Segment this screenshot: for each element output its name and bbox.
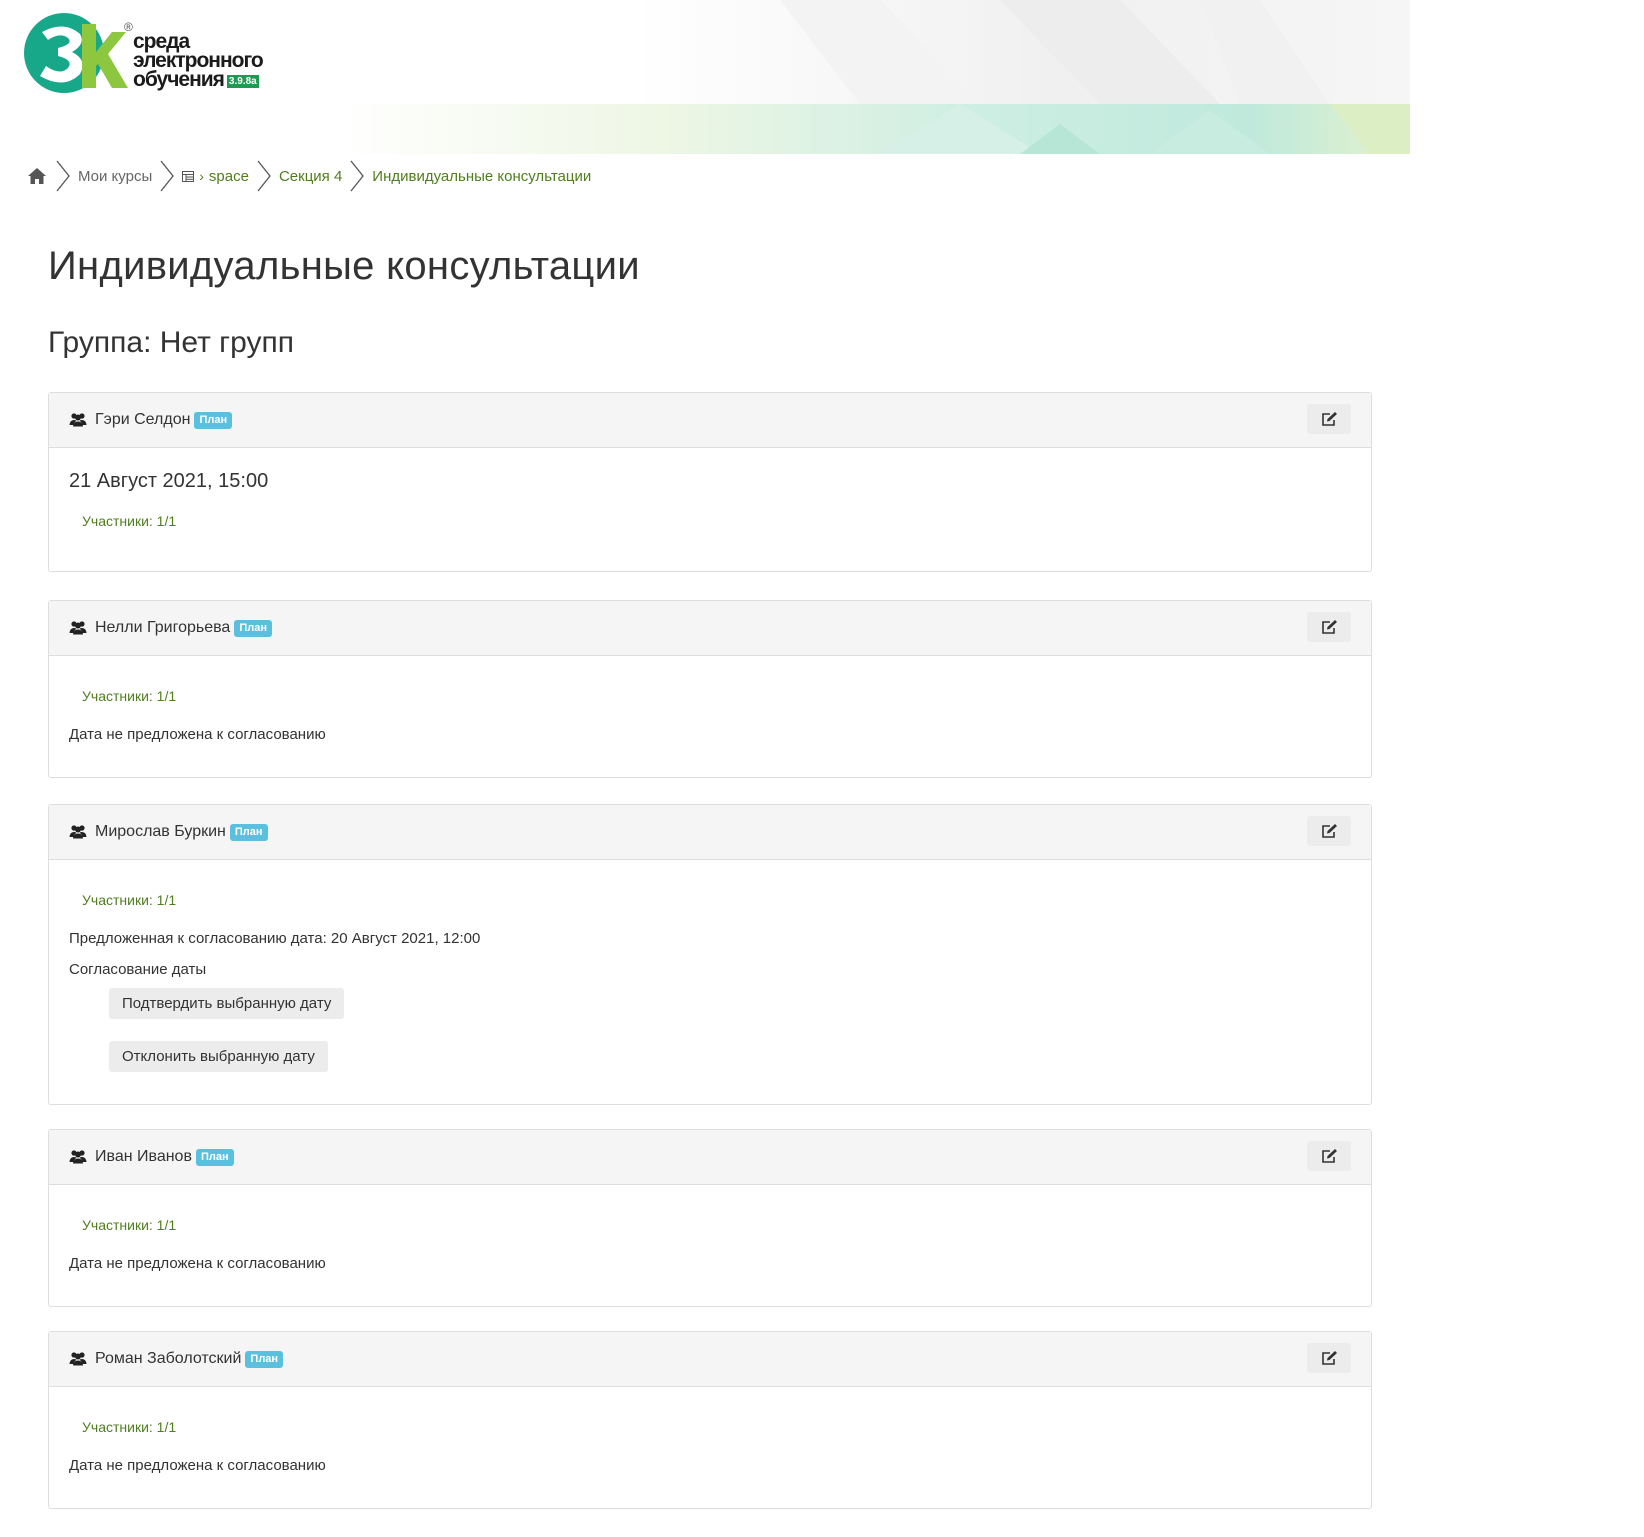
card-body: Участники: 1/1 Предложенная к согласован… xyxy=(49,860,1371,1104)
logo-registered-mark: ® xyxy=(124,20,133,34)
users-icon xyxy=(69,1351,87,1367)
card-body: Участники: 1/1 Дата не предложена к согл… xyxy=(49,656,1371,777)
edit-button[interactable] xyxy=(1307,404,1351,434)
proposed-date: Предложенная к согласованию дата: 20 Авг… xyxy=(69,930,481,947)
confirm-date-button[interactable]: Подтвердить выбранную дату xyxy=(109,988,345,1019)
breadcrumb-course-name[interactable]: space xyxy=(209,168,249,185)
status-badge: План xyxy=(194,411,233,429)
approval-label: Согласование даты xyxy=(69,961,207,978)
logo-version-badge: 3.9.8a xyxy=(226,75,259,88)
users-icon xyxy=(69,620,87,636)
status-badge: План xyxy=(234,619,272,637)
edit-button[interactable] xyxy=(1307,1343,1351,1373)
users-icon xyxy=(69,412,87,428)
participants-count: Участники: 1/1 xyxy=(82,1419,177,1435)
breadcrumb-section[interactable]: Секция 4 xyxy=(279,168,342,185)
status-badge: План xyxy=(229,823,268,841)
student-name[interactable]: Гэри Селдон xyxy=(95,411,190,429)
breadcrumb-home[interactable] xyxy=(26,165,48,187)
home-icon xyxy=(28,168,46,184)
edit-button[interactable] xyxy=(1307,816,1351,846)
breadcrumb-separator-icon xyxy=(346,159,368,193)
card-header: Мирослав Буркин План xyxy=(49,805,1371,860)
consultation-list: Гэри Селдон План 21 Август 2021, 15:00 У… xyxy=(48,392,1372,1537)
edit-icon xyxy=(1321,411,1337,426)
breadcrumb-separator-icon xyxy=(253,159,275,193)
student-name[interactable]: Нелли Григорьева xyxy=(95,619,230,637)
consultation-card: Иван Иванов План Участники: 1/1 Дата не … xyxy=(48,1129,1372,1307)
participants-count: Участники: 1/1 xyxy=(82,688,177,704)
consultation-card: Роман Заболотский План Участники: 1/1 Да… xyxy=(48,1331,1372,1509)
status-badge: План xyxy=(245,1350,284,1368)
breadcrumb-current[interactable]: Индивидуальные консультации xyxy=(372,168,591,185)
status-badge: План xyxy=(195,1148,234,1166)
users-icon xyxy=(69,824,87,840)
participants-count: Участники: 1/1 xyxy=(82,1217,177,1233)
page-header: ® среда электронного обучения 3.9.8a xyxy=(0,0,1410,154)
logo-text: среда электронного обучения 3.9.8a xyxy=(133,31,264,91)
participants-count: Участники: 1/1 xyxy=(82,513,177,529)
card-body: 21 Август 2021, 15:00 Участники: 1/1 xyxy=(49,448,1371,571)
date-status: Дата не предложена к согласованию xyxy=(69,1457,326,1474)
edit-button[interactable] xyxy=(1307,1141,1351,1171)
breadcrumb-my-courses[interactable]: Мои курсы xyxy=(78,168,152,185)
breadcrumb-separator-icon xyxy=(156,159,178,193)
consultation-card: Нелли Григорьева План Участники: 1/1 Дат… xyxy=(48,600,1372,778)
date-status: Дата не предложена к согласованию xyxy=(69,1255,326,1272)
date-status: Дата не предложена к согласованию xyxy=(69,726,326,743)
logo-line-3-text: обучения xyxy=(133,68,225,91)
group-title: Группа: Нет групп xyxy=(48,326,294,359)
logo-line-3: обучения 3.9.8a xyxy=(133,68,263,91)
card-body: Участники: 1/1 Дата не предложена к согл… xyxy=(49,1387,1371,1508)
breadcrumb: Мои курсы › space Секция 4 Индивидуальны… xyxy=(26,158,591,194)
reject-date-button[interactable]: Отклонить выбранную дату xyxy=(109,1041,328,1072)
consultation-card: Гэри Селдон План 21 Август 2021, 15:00 У… xyxy=(48,392,1372,572)
card-header: Роман Заболотский План xyxy=(49,1332,1371,1387)
edit-icon xyxy=(1321,823,1337,838)
users-icon xyxy=(69,1149,87,1165)
page-title: Индивидуальные консультации xyxy=(48,244,640,288)
logo[interactable]: ® среда электронного обучения 3.9.8a xyxy=(24,10,264,96)
course-icon xyxy=(182,170,195,182)
logo-mark-icon xyxy=(24,13,128,93)
edit-button[interactable] xyxy=(1307,612,1351,642)
student-name[interactable]: Мирослав Буркин xyxy=(95,823,226,841)
breadcrumb-course[interactable]: › space xyxy=(182,168,249,185)
card-header: Нелли Григорьева План xyxy=(49,601,1371,656)
student-name[interactable]: Роман Заболотский xyxy=(95,1350,241,1368)
edit-icon xyxy=(1321,619,1337,634)
breadcrumb-separator-icon xyxy=(52,159,74,193)
card-header: Гэри Селдон План xyxy=(49,393,1371,448)
breadcrumb-mini-separator-icon: › xyxy=(199,168,204,184)
participants-count: Участники: 1/1 xyxy=(82,892,177,908)
student-name[interactable]: Иван Иванов xyxy=(95,1148,192,1166)
consultation-card: Мирослав Буркин План Участники: 1/1 Пред… xyxy=(48,804,1372,1105)
card-body: Участники: 1/1 Дата не предложена к согл… xyxy=(49,1185,1371,1306)
edit-icon xyxy=(1321,1350,1337,1365)
consultation-date: 21 Август 2021, 15:00 xyxy=(69,470,269,492)
card-header: Иван Иванов План xyxy=(49,1130,1371,1185)
edit-icon xyxy=(1321,1148,1337,1163)
